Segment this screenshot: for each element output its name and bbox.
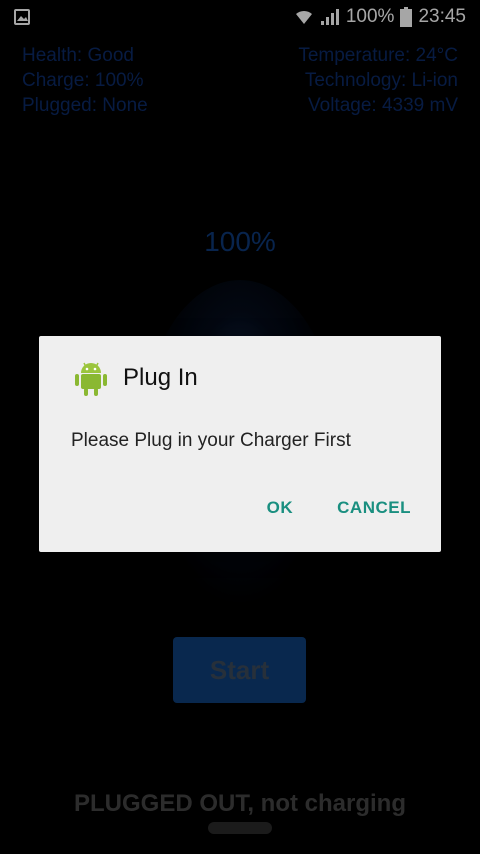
dialog-actions: OK CANCEL: [267, 498, 411, 518]
plug-in-dialog: Plug In Please Plug in your Charger Firs…: [39, 336, 441, 552]
dialog-message: Please Plug in your Charger First: [71, 430, 351, 451]
ok-button[interactable]: OK: [267, 498, 294, 518]
cancel-button[interactable]: CANCEL: [337, 498, 411, 518]
android-icon: [75, 362, 107, 396]
dialog-header: Plug In: [73, 358, 198, 398]
dialog-title: Plug In: [123, 364, 198, 391]
